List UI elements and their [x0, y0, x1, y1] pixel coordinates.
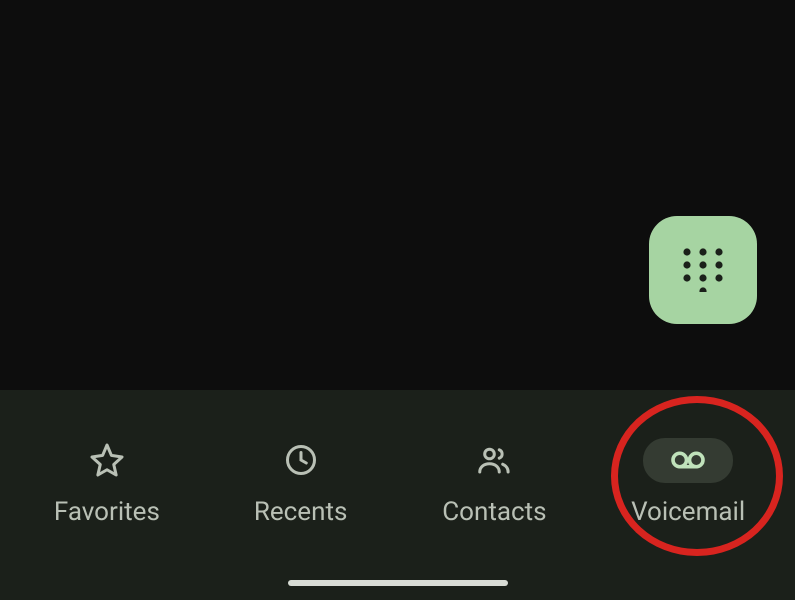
nav-label-contacts: Contacts: [442, 497, 546, 527]
voicemail-icon: [670, 442, 706, 478]
people-icon: [476, 442, 512, 478]
nav-item-contacts[interactable]: Contacts: [398, 438, 592, 527]
nav-item-recents[interactable]: Recents: [204, 438, 398, 527]
nav-items: Favorites Recents: [0, 390, 795, 574]
nav-icon-wrap: [449, 438, 539, 483]
clock-icon: [283, 442, 319, 478]
nav-icon-wrap-active: [643, 438, 733, 483]
nav-icon-wrap: [256, 438, 346, 483]
nav-label-voicemail: Voicemail: [631, 497, 745, 527]
dialpad-button[interactable]: [649, 216, 757, 324]
nav-label-recents: Recents: [254, 497, 348, 527]
dialpad-icon: [679, 244, 727, 296]
nav-item-voicemail[interactable]: Voicemail: [591, 438, 785, 527]
nav-icon-wrap: [62, 438, 152, 483]
gesture-handle[interactable]: [288, 580, 508, 586]
bottom-navigation: Favorites Recents: [0, 390, 795, 600]
nav-label-favorites: Favorites: [54, 497, 160, 527]
nav-item-favorites[interactable]: Favorites: [10, 438, 204, 527]
star-icon: [89, 442, 125, 478]
